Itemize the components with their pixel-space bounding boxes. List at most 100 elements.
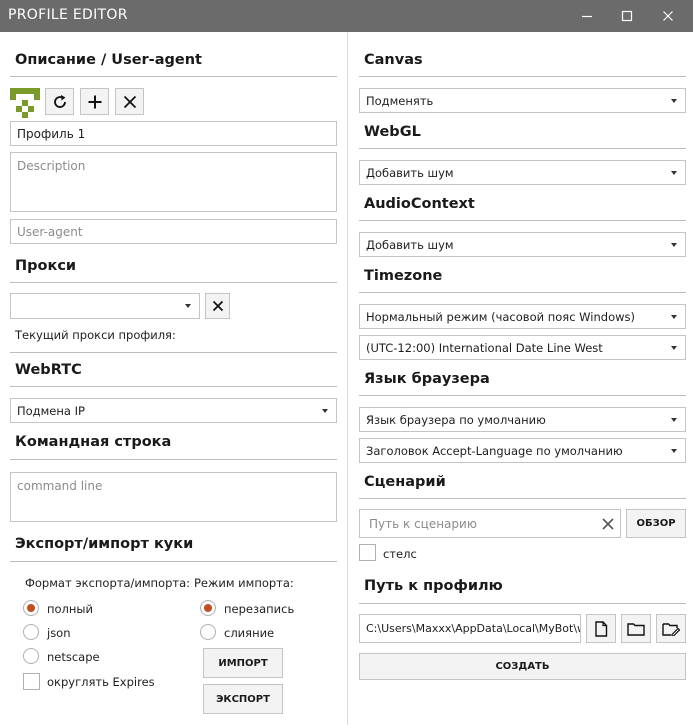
refresh-useragent-button[interactable]: [45, 88, 74, 115]
chevron-down-icon: [671, 345, 677, 350]
language-select[interactable]: Язык браузера по умолчанию: [359, 407, 686, 432]
chevron-down-icon: [671, 314, 677, 319]
canvas-select-value: Подменять: [366, 93, 434, 108]
open-folder-button[interactable]: [621, 614, 651, 643]
cookies-heading: Экспорт/импорт куки: [15, 536, 194, 552]
chevron-down-icon: [671, 448, 677, 453]
timezone-zone-value: (UTC-12:00) International Date Line West: [366, 340, 603, 355]
chevron-down-icon: [185, 304, 191, 308]
profile-name-input[interactable]: Профиль 1: [10, 121, 337, 146]
profile-path-heading: Путь к профилю: [364, 578, 503, 594]
export-button[interactable]: ЭКСПОРТ: [203, 684, 283, 714]
timezone-zone-select[interactable]: (UTC-12:00) International Date Line West: [359, 335, 686, 360]
proxy-section-rule: [10, 352, 337, 353]
stealth-checkbox[interactable]: [359, 544, 376, 561]
plus-icon: [88, 95, 101, 108]
format-json-label: json: [47, 626, 71, 640]
format-netscape-label: netscape: [47, 650, 100, 664]
folder-icon: [627, 622, 645, 636]
title-bar: PROFILE EDITOR: [0, 0, 693, 32]
accept-language-select[interactable]: Заголовок Accept-Language по умолчанию: [359, 438, 686, 463]
cookies-heading-rule: [10, 561, 337, 562]
format-full-radio[interactable]: [23, 600, 39, 616]
format-full-label: полный: [47, 602, 93, 616]
description-heading-rule: [10, 76, 337, 77]
accept-language-value: Заголовок Accept-Language по умолчанию: [366, 443, 623, 458]
cmdline-heading: Командная строка: [15, 434, 172, 450]
minimize-button[interactable]: [567, 0, 607, 32]
cmdline-heading-rule: [10, 459, 337, 460]
webgl-heading-rule: [359, 148, 686, 149]
script-heading-rule: [359, 498, 686, 499]
close-icon: [123, 95, 136, 108]
format-json-radio[interactable]: [23, 624, 39, 640]
language-heading: Язык браузера: [364, 371, 490, 387]
timezone-mode-select[interactable]: Нормальный режим (часовой пояс Windows): [359, 304, 686, 329]
column-divider: [347, 32, 348, 725]
add-button[interactable]: [80, 88, 109, 115]
clear-proxy-button[interactable]: [205, 293, 230, 319]
proxy-heading: Прокси: [15, 258, 77, 274]
close-button[interactable]: [648, 0, 688, 32]
import-button[interactable]: ИМПОРТ: [203, 648, 283, 678]
audio-heading: AudioContext: [364, 196, 475, 212]
copy-path-button[interactable]: [586, 614, 616, 643]
format-netscape-radio[interactable]: [23, 648, 39, 664]
mode-overwrite-radio[interactable]: [200, 600, 216, 616]
language-heading-rule: [359, 395, 686, 396]
chevron-down-icon: [671, 170, 677, 175]
chevron-down-icon: [671, 417, 677, 422]
audio-select[interactable]: Добавить шум: [359, 232, 686, 257]
description-input[interactable]: Description: [10, 152, 337, 212]
script-path-placeholder: Путь к сценарию: [369, 516, 477, 531]
current-proxy-label: Текущий прокси профиля:: [15, 328, 176, 342]
webrtc-heading-rule: [10, 386, 337, 387]
mode-merge-radio[interactable]: [200, 624, 216, 640]
canvas-heading-rule: [359, 76, 686, 77]
audio-select-value: Добавить шум: [366, 237, 454, 252]
refresh-icon: [53, 94, 66, 108]
window-title: PROFILE EDITOR: [8, 7, 128, 23]
proxy-select[interactable]: [10, 293, 200, 319]
timezone-mode-value: Нормальный режим (часовой пояс Windows): [366, 309, 636, 324]
maximize-button[interactable]: [607, 0, 647, 32]
script-heading: Сценарий: [364, 474, 446, 490]
clear-icon[interactable]: [602, 518, 614, 530]
edit-folder-button[interactable]: [656, 614, 686, 643]
document-icon: [595, 620, 608, 637]
webrtc-select-value: Подмена IP: [17, 403, 85, 418]
canvas-select[interactable]: Подменять: [359, 88, 686, 113]
clear-button[interactable]: [115, 88, 144, 115]
script-path-input[interactable]: Путь к сценарию: [359, 509, 621, 538]
cmdline-input[interactable]: command line: [10, 472, 337, 522]
webgl-heading: WebGL: [364, 124, 421, 140]
close-icon: [663, 11, 673, 21]
stealth-label: стелс: [383, 547, 417, 561]
minimize-icon: [582, 15, 592, 18]
create-button[interactable]: СОЗДАТЬ: [359, 653, 686, 680]
description-heading: Описание / User-agent: [15, 52, 202, 68]
format-label: Формат экспорта/импорта:: [25, 576, 190, 590]
timezone-heading: Timezone: [364, 268, 443, 284]
chevron-down-icon: [322, 408, 328, 413]
profile-avatar-icon[interactable]: [10, 88, 40, 118]
useragent-input[interactable]: User-agent: [10, 219, 337, 244]
mode-overwrite-label: перезапись: [224, 602, 295, 616]
profile-path-input[interactable]: C:\Users\Maxxx\AppData\Local\MyBot\w: [359, 614, 581, 643]
close-icon: [212, 300, 223, 312]
profile-path-heading-rule: [359, 603, 686, 604]
timezone-heading-rule: [359, 292, 686, 293]
round-expires-label: округлять Expires: [47, 675, 155, 689]
audio-heading-rule: [359, 220, 686, 221]
chevron-down-icon: [671, 98, 677, 103]
webrtc-select[interactable]: Подмена IP: [10, 398, 337, 423]
mode-merge-label: слияние: [224, 626, 275, 640]
maximize-icon: [621, 10, 633, 22]
language-select-value: Язык браузера по умолчанию: [366, 412, 546, 427]
webrtc-heading: WebRTC: [15, 362, 82, 378]
webgl-select-value: Добавить шум: [366, 165, 454, 180]
browse-button[interactable]: ОБЗОР: [626, 509, 686, 538]
webgl-select[interactable]: Добавить шум: [359, 160, 686, 185]
chevron-down-icon: [671, 242, 677, 247]
round-expires-checkbox[interactable]: [23, 673, 40, 690]
